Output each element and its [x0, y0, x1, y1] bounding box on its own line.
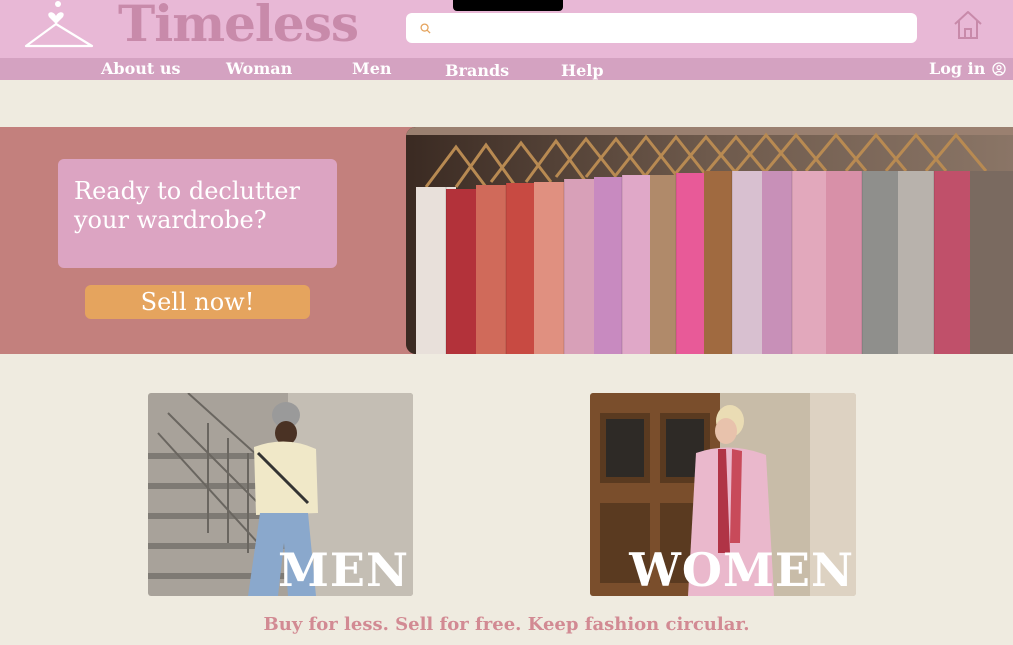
sell-now-button[interactable]: Sell now!: [85, 285, 310, 319]
search-bar[interactable]: [406, 13, 917, 43]
home-icon[interactable]: [952, 9, 984, 41]
nav-item-woman[interactable]: Woman: [226, 58, 292, 80]
clothing-rack-image: [406, 127, 1013, 354]
nav-item-brands[interactable]: Brands: [445, 60, 509, 82]
hero-banner: Ready to declutter your wardrobe? Sell n…: [0, 127, 1013, 354]
nav-item-about-us[interactable]: About us: [101, 58, 181, 80]
tagline: Buy for less. Sell for free. Keep fashio…: [263, 614, 750, 635]
hanger-heart-icon[interactable]: [20, 0, 98, 52]
site-header: Timeless: [0, 0, 1013, 58]
login-link[interactable]: Log in: [929, 58, 985, 80]
search-input[interactable]: [437, 15, 897, 41]
nav-bar: About us Woman Men Brands Help Log in: [0, 58, 1013, 80]
men-label: MEN: [277, 543, 409, 596]
window-notch: [453, 0, 563, 11]
nav-item-help[interactable]: Help: [561, 60, 604, 82]
hero-heading: Ready to declutter your wardrobe?: [58, 159, 337, 268]
women-label: WOMEN: [629, 543, 854, 596]
user-icon[interactable]: [992, 62, 1006, 76]
search-icon[interactable]: [420, 22, 431, 34]
women-category-card[interactable]: WOMEN: [590, 393, 856, 596]
nav-item-men[interactable]: Men: [352, 58, 392, 80]
men-category-card[interactable]: MEN: [148, 393, 413, 596]
logo[interactable]: Timeless: [118, 0, 359, 54]
